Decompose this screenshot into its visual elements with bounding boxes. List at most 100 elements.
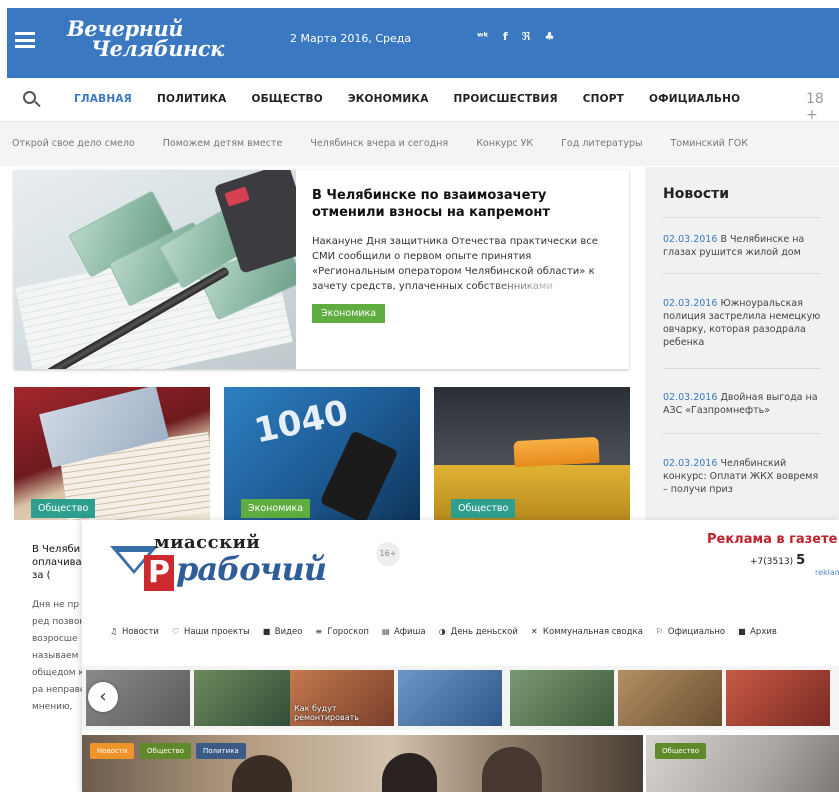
menu-label: Афиша bbox=[393, 627, 426, 637]
divider bbox=[663, 433, 821, 434]
menu-label: Гороскоп bbox=[327, 627, 369, 637]
news-sidebar: Новости 02.03.2016 В Челябинске на глаза… bbox=[645, 167, 839, 527]
tag-link[interactable]: Конкурс УК bbox=[476, 138, 533, 149]
divider bbox=[663, 368, 821, 369]
nav-item-politics[interactable]: ПОЛИТИКА bbox=[157, 93, 226, 105]
menu-label: Наши проекты bbox=[183, 627, 250, 637]
video-icon: ■ bbox=[262, 627, 271, 636]
menu-item-poster[interactable]: ▤ Афиша bbox=[382, 627, 426, 637]
age-rating: 18 + bbox=[806, 91, 824, 123]
age-rating: 16+ bbox=[376, 542, 400, 566]
logo-line-2: Челябинск bbox=[91, 36, 224, 61]
category-pill[interactable]: Общество bbox=[140, 743, 192, 759]
news-date: 02.03.2016 bbox=[663, 458, 718, 469]
tag-strip: Открой свое дело смело Поможем детям вме… bbox=[0, 122, 839, 166]
menu-item-video[interactable]: ■ Видео bbox=[263, 627, 303, 637]
news-item[interactable]: 02.03.2016 Двойная выгода на АЗС «Газпро… bbox=[663, 391, 823, 417]
news-item[interactable]: 02.03.2016 В Челябинске на глазах рушитс… bbox=[663, 233, 823, 259]
news-date: 02.03.2016 bbox=[663, 392, 718, 403]
menu-item-archive[interactable]: ■ Архив bbox=[738, 627, 777, 637]
bell-icon: ♫ bbox=[110, 627, 118, 636]
carousel-thumb[interactable] bbox=[510, 670, 614, 726]
money-icon: ◑ bbox=[438, 627, 446, 636]
category-pill[interactable]: Общество bbox=[655, 743, 707, 759]
nav-item-economy[interactable]: ЭКОНОМИКА bbox=[348, 93, 429, 105]
menu-item-news[interactable]: ♫ Новости bbox=[110, 627, 159, 637]
nav-item-incidents[interactable]: ПРОИСШЕСТВИЯ bbox=[454, 93, 558, 105]
tag-link[interactable]: Открой свое дело смело bbox=[12, 138, 135, 149]
tag-link[interactable]: Поможем детям вместе bbox=[163, 138, 283, 149]
carousel-thumb[interactable] bbox=[618, 670, 722, 726]
current-date: 2 Марта 2016, Среда bbox=[290, 32, 412, 45]
heart-icon: ♡ bbox=[171, 627, 180, 636]
featured-article[interactable]: В Челябинске по взаимозачету отменили вз… bbox=[14, 170, 629, 369]
archive-icon: ■ bbox=[738, 627, 746, 636]
news-date: 02.03.2016 bbox=[663, 234, 718, 245]
thumbnail-carousel: Как будут ремонтировать ‹ bbox=[82, 666, 839, 730]
menu-icon[interactable] bbox=[15, 32, 35, 48]
menu-item-money[interactable]: ◑ День деньской bbox=[439, 627, 518, 637]
ad-phone: +7(3513) 5 bbox=[750, 553, 805, 568]
miass-menu: ♫ Новости ♡ Наши проекты ■ Видео ≡ Гороскоп … bbox=[110, 627, 790, 637]
tag-link[interactable]: Томинский ГОК bbox=[670, 138, 748, 149]
menu-item-projects[interactable]: ♡ Наши проекты bbox=[172, 627, 250, 637]
social-links: ʷᵏ f ℜ ♣ bbox=[477, 30, 555, 43]
divider bbox=[663, 273, 821, 274]
phone-number: 5 bbox=[796, 553, 806, 568]
news-date: 02.03.2016 bbox=[663, 298, 718, 309]
menu-label: Новости bbox=[122, 627, 159, 637]
flag-icon: ⚐ bbox=[655, 627, 664, 636]
nav-item-main[interactable]: ГЛАВНАЯ bbox=[74, 93, 132, 105]
news-item[interactable]: 02.03.2016 Челябинский конкурс: Оплати Ж… bbox=[663, 457, 823, 496]
article-card[interactable]: 1040 Экономика bbox=[224, 387, 420, 520]
chevron-left-icon[interactable]: ‹ bbox=[88, 682, 118, 712]
featured-image[interactable] bbox=[14, 170, 296, 369]
search-icon[interactable] bbox=[23, 91, 41, 109]
horoscope-icon: ≡ bbox=[315, 627, 323, 636]
menu-label: Архив bbox=[750, 627, 777, 637]
main-nav: ГЛАВНАЯ ПОЛИТИКА ОБЩЕСТВО ЭКОНОМИКА ПРОИ… bbox=[0, 80, 839, 123]
featured-title[interactable]: В Челябинске по взаимозачету отменили вз… bbox=[312, 187, 612, 221]
miass-logo[interactable]: Р миасский рабочий 16+ bbox=[104, 528, 400, 594]
text-fade bbox=[484, 276, 624, 294]
news-item[interactable]: 02.03.2016 Южноуральская полиция застрел… bbox=[663, 297, 823, 349]
ad-email[interactable]: reklam bbox=[815, 568, 839, 577]
category-badge[interactable]: Экономика bbox=[241, 499, 311, 518]
logo-letter: Р bbox=[144, 555, 174, 591]
tag-link[interactable]: Год литературы bbox=[561, 138, 642, 149]
vk-icon[interactable]: ʷᵏ bbox=[477, 30, 489, 43]
divider bbox=[663, 217, 821, 218]
carousel-thumb[interactable] bbox=[726, 670, 830, 726]
phone-prefix: +7(3513) bbox=[750, 557, 794, 567]
ad-title[interactable]: Реклама в газете и bbox=[707, 532, 839, 547]
menu-item-horoscope[interactable]: ≡ Гороскоп bbox=[315, 627, 369, 637]
thumb-caption: Как будут ремонтировать bbox=[294, 704, 359, 722]
tag-link[interactable]: Челябинск вчера и сегодня bbox=[310, 138, 448, 149]
category-pill[interactable]: Политика bbox=[196, 743, 246, 759]
carousel-thumb[interactable] bbox=[194, 670, 298, 726]
category-badge[interactable]: Общество bbox=[31, 499, 96, 518]
nav-item-official[interactable]: ОФИЦИАЛЬНО bbox=[649, 93, 740, 105]
site-header: Вечерний Челябинск 2 Марта 2016, Среда ʷ… bbox=[7, 8, 839, 78]
nav-item-sport[interactable]: СПОРТ bbox=[583, 93, 624, 105]
card-image-text: 1040 bbox=[250, 392, 352, 452]
overlay-screenshot: Р миасский рабочий 16+ Реклама в газете … bbox=[82, 520, 839, 792]
category-badge[interactable]: Экономика bbox=[312, 304, 386, 323]
article-card[interactable]: Общество bbox=[434, 387, 630, 520]
site-logo[interactable]: Вечерний Челябинск bbox=[65, 16, 255, 62]
rss-icon[interactable]: ℜ bbox=[522, 30, 531, 43]
category-pill[interactable]: Новости bbox=[90, 743, 135, 759]
menu-item-utilities[interactable]: ✕ Коммунальная сводка bbox=[531, 627, 643, 637]
menu-item-official[interactable]: ⚐ Официально bbox=[656, 627, 725, 637]
news-heading: Новости bbox=[663, 186, 730, 202]
carousel-thumb[interactable] bbox=[398, 670, 502, 726]
facebook-icon[interactable]: f bbox=[503, 30, 508, 43]
menu-label: Видео bbox=[274, 627, 303, 637]
nav-item-society[interactable]: ОБЩЕСТВО bbox=[251, 93, 322, 105]
article-card[interactable]: Общество bbox=[14, 387, 210, 520]
sitemap-icon[interactable]: ♣ bbox=[545, 30, 555, 43]
logo-main-text: рабочий bbox=[176, 550, 327, 588]
carousel-thumb[interactable]: Как будут ремонтировать bbox=[290, 670, 394, 726]
menu-label: Коммунальная сводка bbox=[542, 627, 643, 637]
category-badge[interactable]: Общество bbox=[451, 499, 516, 518]
